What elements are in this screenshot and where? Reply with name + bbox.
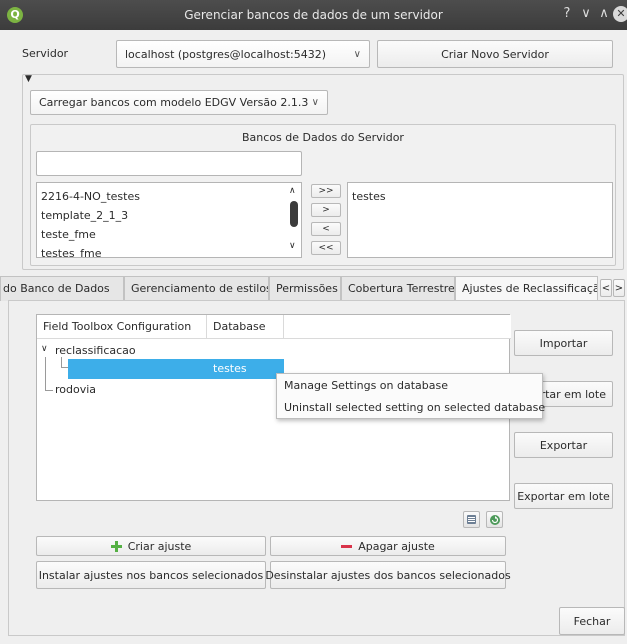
collapse-arrow-icon[interactable]: ▼: [25, 74, 32, 84]
database-icon-button[interactable]: [463, 511, 480, 528]
tree-header: Field Toolbox Configuration Database: [37, 315, 511, 339]
selected-databases-list[interactable]: testes: [347, 182, 613, 258]
tab-cobertura-terrestre[interactable]: Cobertura Terrestre: [341, 276, 455, 301]
refresh-icon: [489, 514, 500, 525]
list-item[interactable]: teste_fme: [41, 228, 96, 241]
tree-item-database[interactable]: testes: [213, 362, 247, 375]
create-setting-button[interactable]: Criar ajuste: [36, 536, 266, 556]
chevron-up-icon[interactable]: ∧: [289, 186, 296, 196]
model-combo[interactable]: Carregar bancos com modelo EDGV Versão 2…: [30, 90, 328, 115]
window-title: Gerenciar bancos de dados de um servidor: [184, 8, 443, 22]
create-server-button[interactable]: Criar Novo Servidor: [377, 40, 613, 68]
tab-ajustes-reclassificacao[interactable]: Ajustes de Reclassificação: [455, 276, 598, 301]
tree-item-reclassificacao[interactable]: reclassificacao: [55, 344, 136, 357]
tab-scroll-right-button[interactable]: >: [613, 279, 625, 297]
server-combo-value: localhost (postgres@localhost:5432): [125, 47, 327, 61]
scrollbar-handle[interactable]: [290, 201, 298, 227]
help-icon[interactable]: ?: [559, 6, 575, 22]
list-scrollbar[interactable]: ∧ ∨: [287, 183, 301, 257]
tab-bar: do Banco de Dados Gerenciamento de estil…: [0, 276, 627, 301]
add-selected-button[interactable]: >: [311, 203, 341, 217]
import-button[interactable]: Importar: [514, 330, 613, 356]
chevron-down-icon: ∨: [311, 97, 319, 108]
minimize-icon[interactable]: ∨: [578, 6, 594, 22]
list-item[interactable]: template_2_1_3: [41, 209, 128, 222]
tree-branch-line: [61, 357, 62, 367]
list-item[interactable]: testes: [352, 190, 386, 203]
export-button[interactable]: Exportar: [514, 432, 613, 458]
plus-icon: [110, 540, 122, 552]
column-header-database[interactable]: Database: [207, 315, 284, 339]
tab-gerenciamento-estilos[interactable]: Gerenciamento de estilos: [124, 276, 269, 301]
model-combo-value: Carregar bancos com modelo EDGV Versão 2…: [39, 96, 309, 109]
tree-item-rodovia[interactable]: rodovia: [55, 383, 96, 396]
create-setting-label: Criar ajuste: [127, 539, 192, 553]
remove-all-button[interactable]: <<: [311, 241, 341, 255]
menu-item-manage-settings[interactable]: Manage Settings on database: [284, 379, 448, 392]
tree-branch-line: [45, 390, 53, 391]
database-filter-input[interactable]: [36, 151, 302, 176]
menu-item-uninstall-setting[interactable]: Uninstall selected setting on selected d…: [284, 401, 545, 414]
remove-selected-button[interactable]: <: [311, 222, 341, 236]
minus-icon: [341, 544, 353, 548]
close-button[interactable]: Fechar: [559, 607, 625, 635]
add-all-button[interactable]: >>: [311, 184, 341, 198]
database-icon: [467, 515, 476, 524]
tree-item-selected-row[interactable]: [68, 359, 284, 379]
export-batch-button[interactable]: Exportar em lote: [514, 483, 613, 509]
tab-scroll-left-button[interactable]: <: [600, 279, 612, 297]
maximize-icon[interactable]: ∧: [596, 6, 612, 22]
context-menu: Manage Settings on database Uninstall se…: [276, 373, 545, 419]
list-item[interactable]: 2216-4-NO_testes: [41, 190, 140, 203]
uninstall-settings-button[interactable]: Desinstalar ajustes dos bancos seleciona…: [265, 561, 511, 589]
expand-arrow-icon[interactable]: ∨: [41, 344, 48, 354]
tree-branch-line: [61, 367, 68, 368]
available-databases-list[interactable]: 2216-4-NO_testes template_2_1_3 teste_fm…: [36, 182, 302, 258]
list-item[interactable]: testes_fme: [41, 247, 101, 257]
column-header-config[interactable]: Field Toolbox Configuration: [37, 315, 207, 339]
tree-branch-line: [45, 357, 46, 391]
tab-permissoes[interactable]: Permissões: [269, 276, 341, 301]
chevron-down-icon: ∨: [353, 48, 361, 60]
server-combo[interactable]: localhost (postgres@localhost:5432) ∨: [116, 40, 370, 68]
delete-setting-button[interactable]: Apagar ajuste: [270, 536, 506, 556]
install-settings-button[interactable]: Instalar ajustes nos bancos selecionados: [36, 561, 266, 589]
delete-setting-label: Apagar ajuste: [358, 539, 435, 553]
title-bar: Q Gerenciar bancos de dados de um servid…: [0, 0, 627, 30]
server-databases-title: Bancos de Dados do Servidor: [242, 131, 404, 144]
tab-banco-de-dados[interactable]: do Banco de Dados: [0, 276, 124, 301]
close-icon[interactable]: ✕: [613, 6, 627, 22]
refresh-icon-button[interactable]: [486, 511, 503, 528]
chevron-down-icon[interactable]: ∨: [289, 241, 296, 251]
server-label: Servidor: [22, 47, 69, 60]
